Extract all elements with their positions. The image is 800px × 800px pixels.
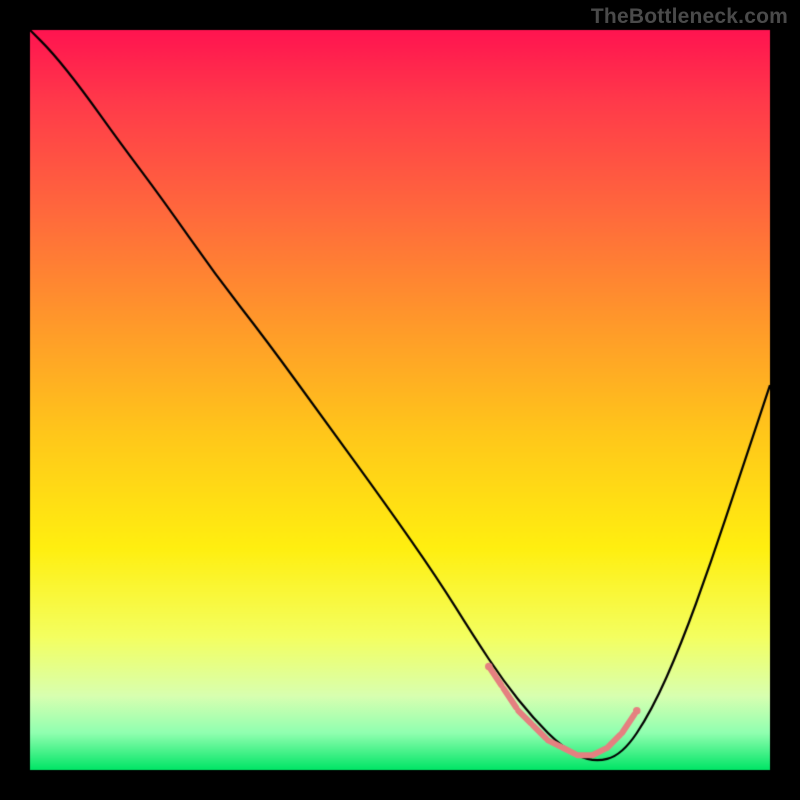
watermark-text: TheBottleneck.com [591, 5, 788, 29]
bottleneck-chart [0, 0, 800, 800]
chart-container: TheBottleneck.com [0, 0, 800, 800]
